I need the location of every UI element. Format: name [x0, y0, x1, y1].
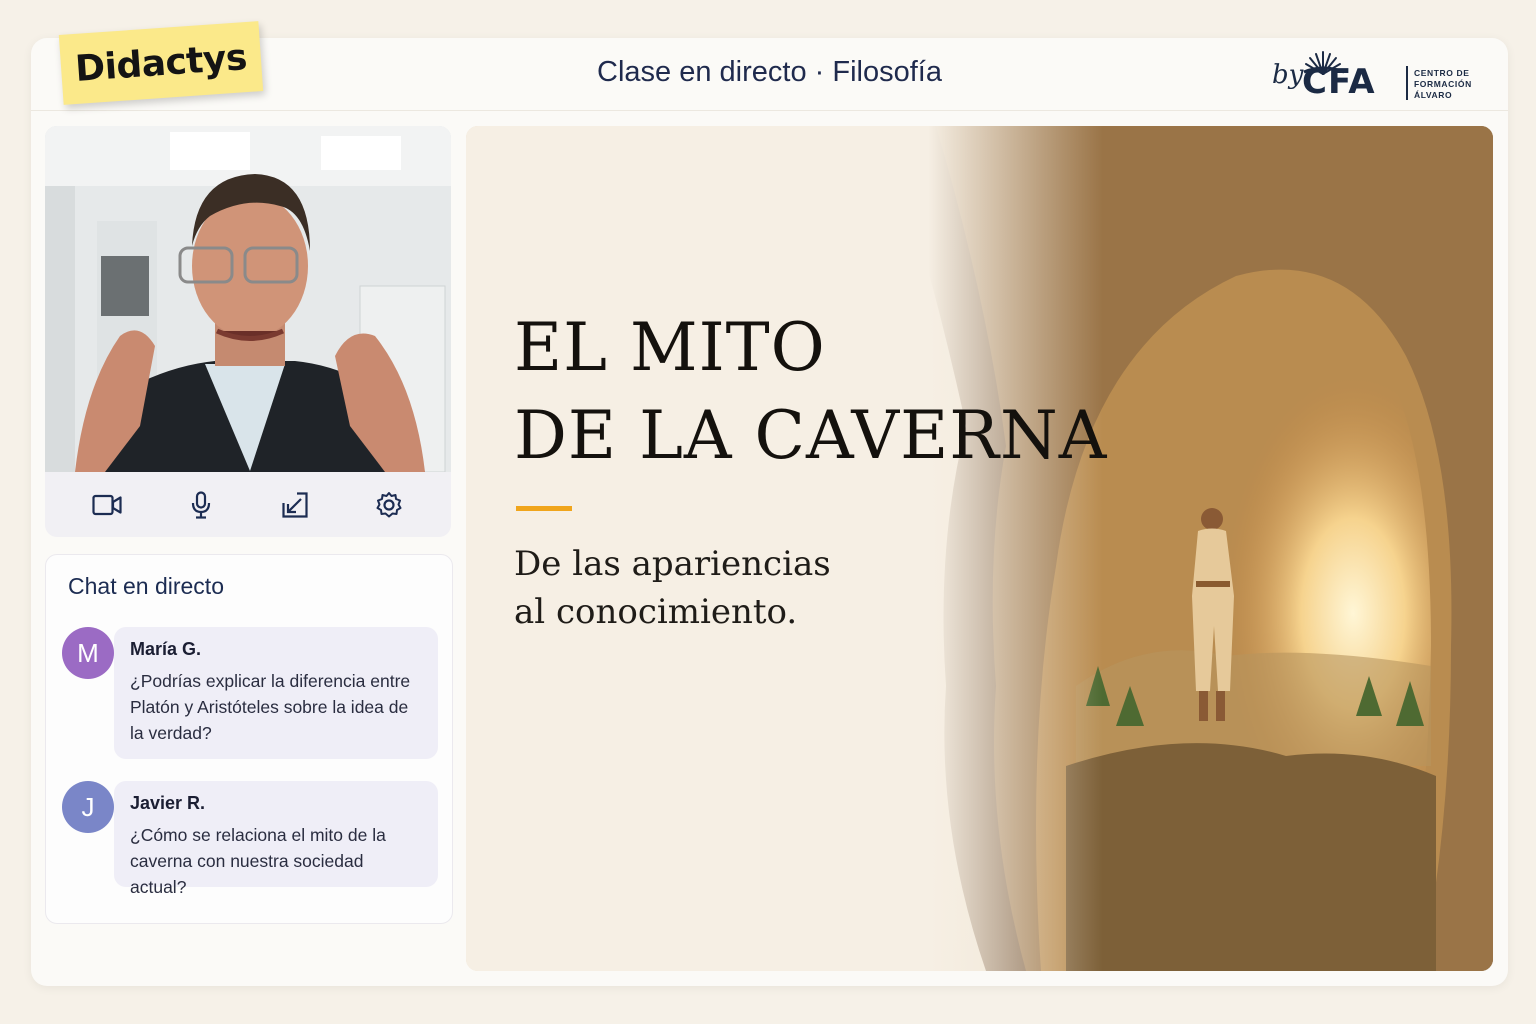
- screen-share-icon[interactable]: [275, 485, 315, 525]
- app-window: Didactys Clase en directo · Filosofía by…: [31, 21, 1508, 986]
- chat-title: Chat en directo: [68, 573, 224, 599]
- message-author: María G.: [130, 639, 202, 659]
- brand-name: CFA: [1302, 62, 1376, 102]
- video-panel: [45, 126, 451, 537]
- brand-by: by: [1272, 60, 1304, 90]
- live-chat-panel: Chat en directo M María G. ¿Podrías expl…: [45, 554, 453, 924]
- message-bubble: María G. ¿Podrías explicar la diferencia…: [114, 627, 438, 759]
- slide-title: EL MITO DE LA CAVERNA: [514, 309, 1108, 474]
- settings-gear-icon[interactable]: [369, 485, 409, 525]
- chat-message: M María G. ¿Podrías explicar la diferenc…: [62, 627, 440, 759]
- message-author: Javier R.: [130, 793, 206, 813]
- brand-logo: by CFA CENTRO DE FORMACIÓN ÁLVARO: [1272, 48, 1482, 102]
- avatar: M: [62, 627, 114, 679]
- video-controls: [45, 472, 451, 537]
- brand-subtitle: CENTRO DE FORMACIÓN ÁLVARO: [1414, 68, 1472, 100]
- presenter-video[interactable]: [45, 126, 451, 472]
- chat-message: J Javier R. ¿Cómo se relaciona el mito d…: [62, 781, 440, 897]
- presentation-slide: EL MITO DE LA CAVERNA De las apariencias…: [466, 126, 1493, 971]
- message-text: ¿Podrías explicar la diferencia entre Pl…: [130, 671, 411, 743]
- camera-icon[interactable]: [87, 485, 127, 525]
- brand-divider: [1406, 66, 1408, 100]
- message-bubble: Javier R. ¿Cómo se relaciona el mito de …: [114, 781, 438, 897]
- message-text: ¿Cómo se relaciona el mito de la caverna…: [130, 825, 386, 897]
- accent-divider: [516, 506, 572, 511]
- top-bar: Didactys Clase en directo · Filosofía by…: [31, 21, 1508, 111]
- microphone-icon[interactable]: [181, 485, 221, 525]
- avatar: J: [62, 781, 114, 833]
- slide-subtitle: De las apariencias al conocimiento.: [514, 544, 831, 632]
